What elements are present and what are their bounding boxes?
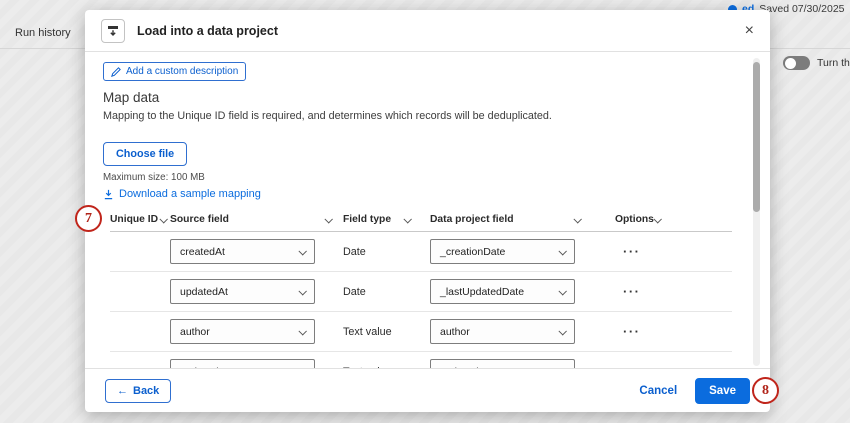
scrollbar[interactable]	[753, 58, 760, 366]
row-options-button[interactable]: ···	[615, 244, 695, 259]
modal-title: Load into a data project	[137, 24, 278, 38]
back-arrow-icon: ←	[117, 385, 128, 397]
header-unique-id[interactable]: Unique ID	[110, 208, 170, 231]
add-custom-description-button[interactable]: Add a custom description	[103, 62, 246, 81]
header-options[interactable]: Options	[615, 208, 695, 231]
download-icon	[103, 189, 114, 200]
chevron-down-icon	[298, 247, 306, 255]
table-row: authorId Text value authorId ···	[110, 352, 732, 368]
chevron-down-icon	[558, 287, 566, 295]
load-data-project-modal: Load into a data project × Add a custom …	[85, 10, 770, 412]
modal-footer: ← Back Cancel Save	[85, 368, 770, 412]
project-field-select[interactable]: author	[430, 319, 575, 344]
section-title: Map data	[103, 90, 159, 105]
chevron-down-icon	[558, 247, 566, 255]
tab-run-history[interactable]: Run history	[15, 27, 71, 39]
mapping-table: Unique ID Source field Field type Data p…	[110, 208, 732, 368]
section-description: Mapping to the Unique ID field is requir…	[103, 110, 552, 122]
chevron-down-icon	[573, 215, 581, 223]
edit-pencil-icon	[111, 67, 121, 77]
project-field-select[interactable]: _lastUpdatedDate	[430, 279, 575, 304]
source-field-select[interactable]: createdAt	[170, 239, 315, 264]
chevron-down-icon	[298, 287, 306, 295]
project-field-select[interactable]: authorId	[430, 359, 575, 368]
scrollbar-thumb[interactable]	[753, 62, 760, 212]
back-button[interactable]: ← Back	[105, 379, 171, 403]
annotation-step-7: 7	[75, 205, 102, 232]
source-field-select[interactable]: author	[170, 319, 315, 344]
download-sample-label: Download a sample mapping	[119, 188, 261, 200]
max-size-text: Maximum size: 100 MB	[103, 172, 205, 183]
load-data-project-icon	[101, 19, 125, 43]
modal-header: Load into a data project ×	[85, 10, 770, 52]
field-type-value: Date	[343, 286, 430, 298]
chevron-down-icon	[159, 215, 167, 223]
field-type-value: Text value	[343, 326, 430, 338]
header-source-field[interactable]: Source field	[170, 208, 343, 231]
source-field-select[interactable]: authorId	[170, 359, 315, 368]
workflow-toggle-row: Turn the w	[783, 56, 850, 70]
annotation-step-8: 8	[752, 377, 779, 404]
toggle-label: Turn the w	[817, 57, 850, 69]
download-sample-link[interactable]: Download a sample mapping	[103, 188, 261, 200]
header-field-type[interactable]: Field type	[343, 208, 430, 231]
save-button[interactable]: Save	[695, 378, 750, 404]
cancel-button[interactable]: Cancel	[639, 385, 677, 397]
workflow-toggle[interactable]	[783, 56, 810, 70]
row-options-button[interactable]: ···	[615, 324, 695, 339]
chevron-down-icon	[403, 215, 411, 223]
saved-timestamp: Saved 07/30/2025	[759, 3, 844, 15]
back-label: Back	[133, 385, 159, 397]
table-header-row: Unique ID Source field Field type Data p…	[110, 208, 732, 232]
row-options-button[interactable]: ···	[615, 284, 695, 299]
chevron-down-icon	[298, 327, 306, 335]
table-row: updatedAt Date _lastUpdatedDate ···	[110, 272, 732, 312]
table-row: author Text value author ···	[110, 312, 732, 352]
chevron-down-icon	[324, 215, 332, 223]
table-rows: createdAt Date _creationDate ··· updated…	[110, 232, 732, 368]
source-field-select[interactable]: updatedAt	[170, 279, 315, 304]
choose-file-button[interactable]: Choose file	[103, 142, 187, 166]
project-field-select[interactable]: _creationDate	[430, 239, 575, 264]
table-row: createdAt Date _creationDate ···	[110, 232, 732, 272]
chevron-down-icon	[558, 327, 566, 335]
chevron-down-icon	[653, 215, 661, 223]
add-description-label: Add a custom description	[126, 66, 238, 77]
header-data-project-field[interactable]: Data project field	[430, 208, 615, 231]
field-type-value: Date	[343, 246, 430, 258]
close-icon[interactable]: ×	[745, 23, 754, 39]
